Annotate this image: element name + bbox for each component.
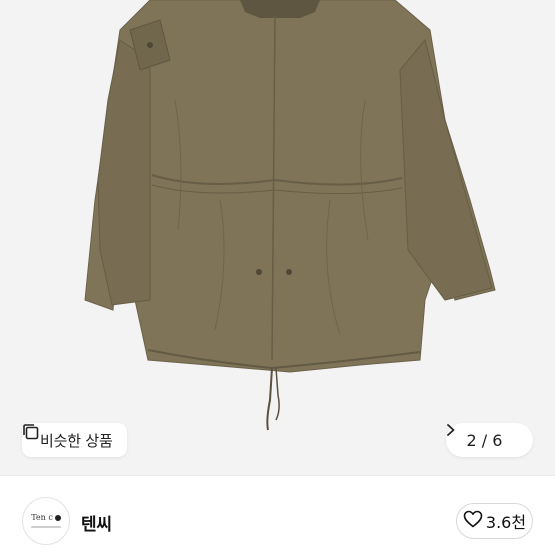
product-screen: 비슷한 상품 2 / 6 Ten c 텐씨 3.6천 <box>0 0 555 556</box>
like-count: 3.6천 <box>485 513 527 532</box>
pager-count: 2 / 6 <box>466 430 503 450</box>
seller-avatar[interactable]: Ten c <box>22 497 70 545</box>
seller-avatar-logo: Ten c <box>31 514 61 522</box>
seller-name[interactable]: 텐씨 <box>81 510 112 535</box>
heart-icon <box>463 510 483 532</box>
parka-illustration <box>84 0 496 431</box>
similar-items-label: 비슷한 상품 <box>40 431 113 450</box>
similar-items-button[interactable]: 비슷한 상품 <box>22 423 127 457</box>
seller-row: Ten c 텐씨 3.6천 <box>0 475 555 556</box>
like-button[interactable]: 3.6천 <box>456 503 533 539</box>
image-pager[interactable]: 2 / 6 <box>446 423 533 457</box>
product-photo[interactable]: 비슷한 상품 2 / 6 <box>0 0 555 475</box>
seller-avatar-tagline <box>31 526 61 528</box>
